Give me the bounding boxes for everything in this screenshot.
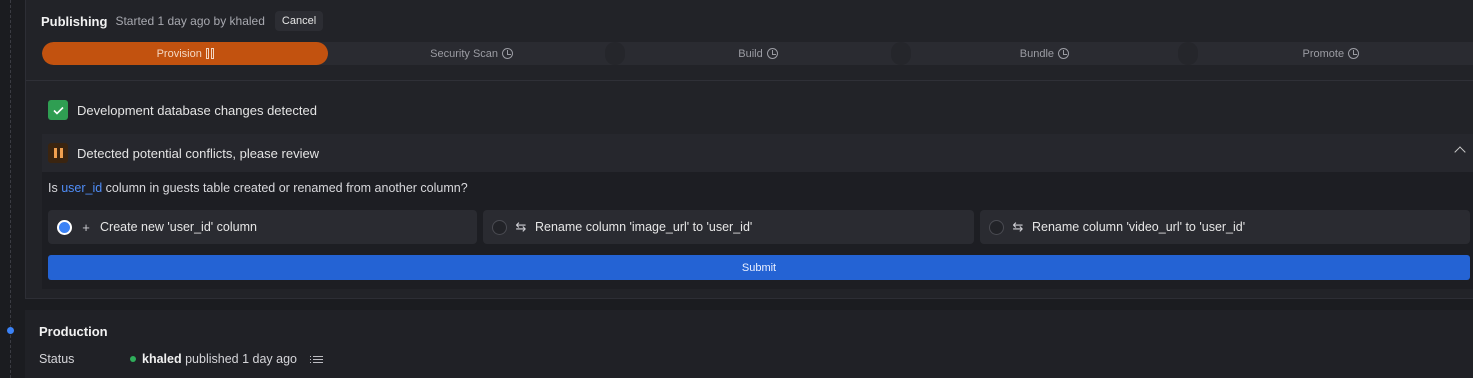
conflicts-label: Detected potential conflicts, please rev… [77, 145, 320, 161]
swap-icon: ⇆ [1012, 219, 1024, 234]
step-label: Promote [1302, 47, 1345, 60]
option-label: Rename column 'video_url' to 'user_id' [1032, 220, 1246, 234]
radio-button[interactable] [989, 219, 1004, 235]
radio-button[interactable] [57, 219, 72, 235]
clock-icon [502, 48, 514, 59]
status-user: khaled [142, 352, 182, 366]
production-card: Production Status khaled published 1 day… [25, 310, 1473, 378]
conflict-options: + Create new 'user_id' column ⇆ Rename c… [48, 210, 1470, 244]
status-value: khaled published 1 day ago [130, 352, 323, 366]
status-label: Status [39, 352, 75, 366]
publishing-meta: Started 1 day ago by khaled [115, 14, 265, 28]
clock-icon [766, 48, 778, 59]
list-icon[interactable] [309, 355, 323, 363]
cancel-button[interactable]: Cancel [274, 11, 324, 31]
publish-stepper: Provision Security Scan Build Bundle Pro… [42, 42, 1473, 65]
option-rename-video-url[interactable]: ⇆ Rename column 'video_url' to 'user_id' [980, 210, 1470, 244]
clock-icon [1058, 48, 1070, 59]
option-create-column[interactable]: + Create new 'user_id' column [48, 210, 477, 244]
conflicts-header[interactable]: Detected potential conflicts, please rev… [42, 134, 1473, 172]
status-text: published 1 day ago [181, 352, 297, 366]
plus-icon: + [82, 219, 90, 235]
option-label: Create new 'user_id' column [100, 220, 257, 234]
db-changes-row: Development database changes detected [48, 99, 317, 121]
question-suffix: column in guests table created or rename… [102, 181, 468, 195]
submit-button[interactable]: Submit [48, 255, 1470, 280]
status-dot [130, 356, 136, 362]
step-bundle[interactable]: Bundle [891, 42, 1187, 65]
pause-icon [48, 143, 68, 163]
swap-icon: ⇆ [515, 219, 527, 234]
pause-icon [205, 48, 214, 59]
deployment-page: Publishing Started 1 day ago by khaled C… [0, 0, 1473, 378]
divider [26, 80, 1473, 81]
conflict-question: Is user_id column in guests table create… [48, 181, 468, 195]
timeline-line [10, 0, 11, 378]
production-title: Production [39, 324, 108, 339]
publishing-title: Publishing [41, 13, 108, 29]
step-label: Security Scan [430, 47, 499, 60]
chevron-up-icon[interactable] [1454, 146, 1466, 158]
step-build[interactable]: Build [604, 42, 901, 65]
step-label: Build [738, 47, 763, 60]
option-label: Rename column 'image_url' to 'user_id' [535, 220, 753, 234]
timeline-dot [7, 327, 14, 334]
conflicts-panel: Detected potential conflicts, please rev… [42, 134, 1473, 289]
step-security-scan[interactable]: Security Scan [328, 42, 614, 65]
step-promote[interactable]: Promote [1177, 42, 1473, 65]
step-label: Provision [156, 47, 202, 60]
question-prefix: Is [48, 181, 62, 195]
clock-icon [1348, 48, 1360, 59]
step-provision[interactable]: Provision [42, 42, 329, 65]
publishing-header: Publishing Started 1 day ago by khaled C… [41, 10, 324, 32]
step-label: Bundle [1019, 47, 1055, 60]
option-rename-image-url[interactable]: ⇆ Rename column 'image_url' to 'user_id' [483, 210, 974, 244]
check-icon [48, 100, 68, 120]
radio-button[interactable] [492, 219, 507, 235]
db-changes-label: Development database changes detected [77, 102, 317, 118]
column-name-link[interactable]: user_id [61, 181, 102, 195]
publishing-card: Publishing Started 1 day ago by khaled C… [25, 0, 1473, 299]
